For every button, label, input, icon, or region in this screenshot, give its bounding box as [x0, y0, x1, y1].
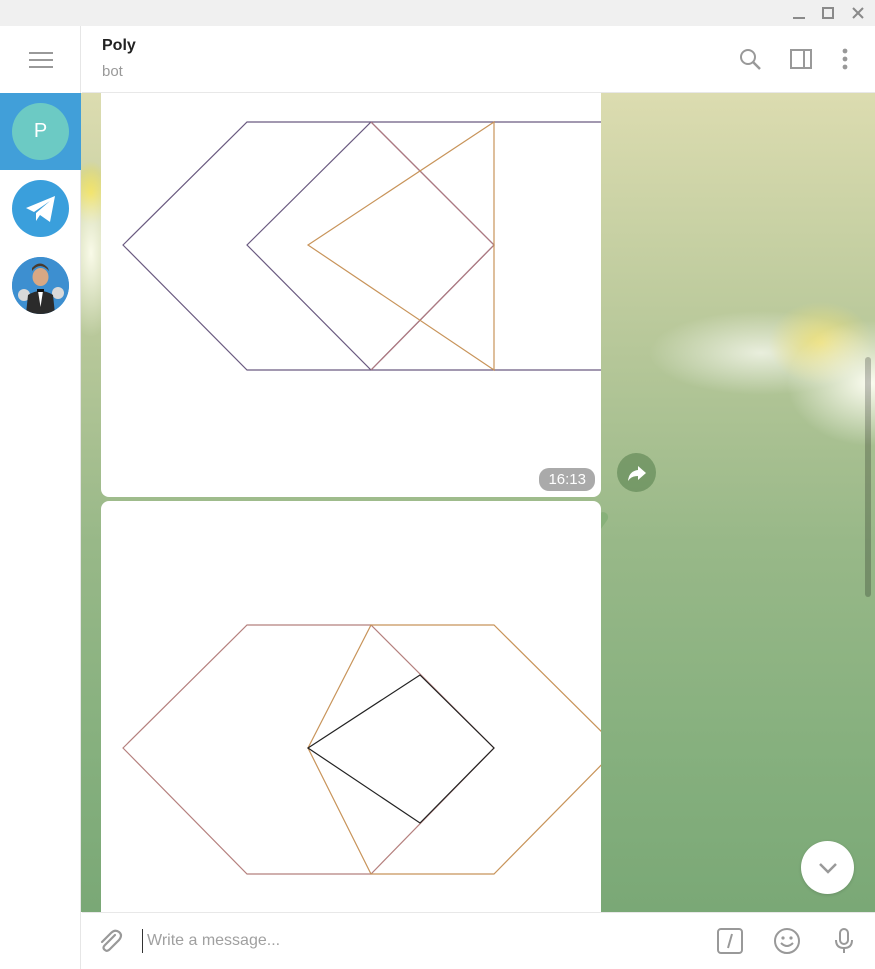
microphone-icon — [835, 928, 853, 953]
hamburger-menu-icon — [28, 51, 53, 68]
message-scrollbar[interactable] — [865, 97, 871, 908]
close-button[interactable] — [843, 0, 873, 26]
more-options-button[interactable] — [830, 44, 860, 74]
more-vertical-icon — [842, 48, 848, 70]
avatar-initial: P — [33, 120, 48, 142]
message-time: 16:13 — [539, 468, 595, 491]
chat-status: bot — [102, 63, 123, 80]
search-icon — [740, 49, 761, 70]
chat-item-poly[interactable]: P — [0, 93, 81, 170]
slash-command-icon — [717, 928, 743, 954]
message-area: 16:13 — [81, 93, 875, 912]
person-photo-avatar — [12, 257, 69, 314]
share-arrow-icon — [627, 465, 646, 481]
scroll-thumb[interactable] — [865, 357, 871, 597]
close-icon — [852, 7, 864, 19]
emoji-button[interactable] — [771, 925, 803, 957]
window-titlebar — [0, 0, 875, 26]
photo-message[interactable]: 16:13 — [101, 93, 601, 497]
avatar — [12, 180, 69, 237]
toggle-sidebar-button[interactable] — [786, 44, 816, 74]
paperclip-icon — [100, 929, 123, 952]
scroll-to-bottom-button[interactable] — [801, 841, 854, 894]
avatar: P — [12, 103, 69, 160]
chat-item-telegram[interactable] — [0, 170, 81, 247]
maximize-button[interactable] — [813, 0, 843, 26]
chat-header: Poly bot — [82, 26, 875, 93]
chat-title[interactable]: Poly — [102, 37, 136, 55]
minimize-icon — [793, 17, 805, 19]
main-menu-button[interactable] — [0, 26, 81, 93]
forward-button[interactable] — [617, 453, 656, 492]
chat-item-person[interactable] — [0, 247, 81, 324]
voice-record-button[interactable] — [828, 925, 860, 957]
telegram-plane-icon — [25, 195, 55, 222]
chat-list-sidebar: P — [0, 26, 81, 969]
bot-commands-button[interactable] — [714, 925, 746, 957]
minimize-button[interactable] — [784, 0, 814, 26]
photo-image — [122, 624, 601, 875]
chevron-down-icon — [818, 862, 837, 874]
search-button[interactable] — [735, 44, 765, 74]
photo-message[interactable] — [101, 501, 601, 912]
maximize-icon — [822, 7, 834, 19]
message-composer — [82, 912, 875, 969]
emoji-icon — [774, 928, 800, 954]
avatar — [12, 257, 69, 314]
photo-image — [122, 120, 601, 372]
attach-button[interactable] — [94, 925, 126, 957]
message-input[interactable] — [142, 929, 662, 953]
side-panel-icon — [790, 49, 812, 69]
